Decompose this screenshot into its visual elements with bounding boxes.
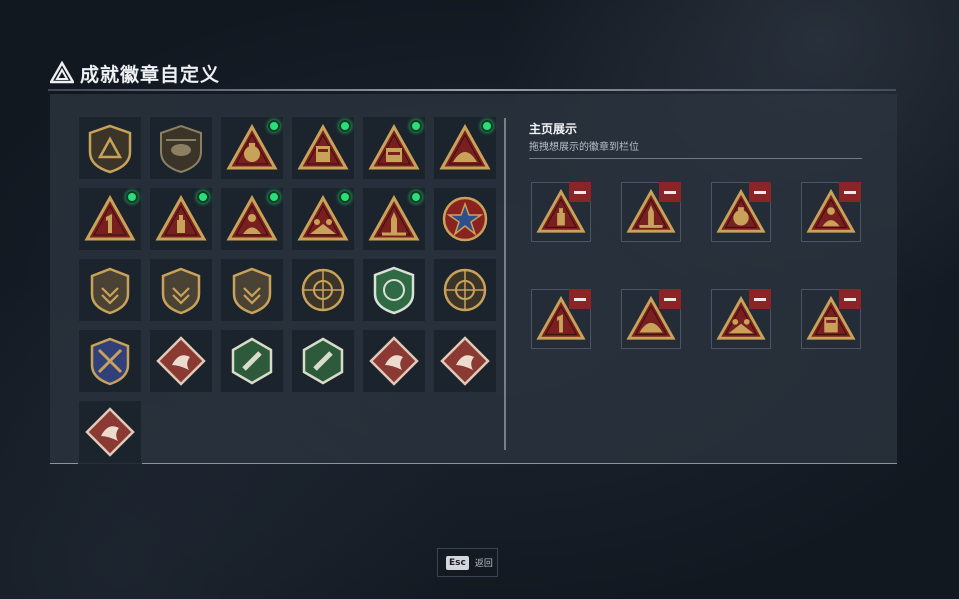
remove-badge-button[interactable] [749,182,771,202]
remove-badge-button[interactable] [749,289,771,309]
minus-icon [844,190,856,194]
badge-slot[interactable] [149,258,213,322]
showcase-title: 主页展示 [529,122,578,136]
remove-badge-button[interactable] [839,289,861,309]
gem-shield-badge-icon [232,267,272,315]
minus-icon [754,190,766,194]
showcase-slot[interactable] [621,289,681,349]
badge-slot[interactable] [220,329,284,393]
page-title: 成就徽章自定义 [80,63,221,86]
new-indicator-dot [410,120,422,132]
showcase-slot[interactable] [801,289,861,349]
badge-slot[interactable] [433,329,497,393]
badge-slot[interactable] [78,400,142,464]
new-indicator-dot [126,191,138,203]
new-indicator-dot [339,191,351,203]
showcase-slot[interactable] [531,182,591,242]
red-runner-diamond-badge-icon [85,407,135,457]
header-divider [48,89,896,91]
badge-slot[interactable] [291,329,355,393]
page-header: 成就徽章自定义 [50,58,220,88]
badge-slot[interactable] [78,187,142,251]
remove-badge-button[interactable] [569,289,591,309]
badge-slot[interactable] [362,116,426,180]
remove-badge-button[interactable] [659,289,681,309]
minus-icon [664,190,676,194]
badge-slot[interactable] [78,258,142,322]
badge-slot[interactable] [362,187,426,251]
green-wasp-hexagon-badge-icon [231,337,273,385]
badge-slot[interactable] [291,116,355,180]
shield-triangle-badge-icon [88,124,132,174]
helicopter-badge-icon [160,124,202,174]
green-rocket-hexagon-badge-icon [302,337,344,385]
showcase-slot[interactable] [621,182,681,242]
remove-badge-button[interactable] [839,182,861,202]
laurel-swords-badge-icon [90,337,130,386]
showcase-slot[interactable] [711,182,771,242]
minus-icon [574,297,586,301]
new-indicator-dot [339,120,351,132]
badge-slot[interactable] [78,116,142,180]
badge-slot[interactable] [433,116,497,180]
esc-key: Esc [446,555,469,570]
back-label: 返回 [474,559,493,569]
remove-badge-button[interactable] [569,182,591,202]
badge-panel: 主页展示 拖拽想展示的徽章到栏位 [50,94,897,464]
showcase-slot[interactable] [531,289,591,349]
showcase-slot[interactable] [711,289,771,349]
star-emblem-badge-icon [442,196,488,242]
badge-slot[interactable] [291,258,355,322]
badge-slot[interactable] [362,258,426,322]
showcase-divider [529,158,862,159]
badge-slot[interactable] [362,329,426,393]
red-dragon-diamond-badge-icon [369,336,419,386]
badge-slot[interactable] [149,187,213,251]
red-wolf-diamond-badge-icon [440,336,490,386]
back-button[interactable]: Esc 返回 [437,548,498,577]
showcase-subtitle: 拖拽想展示的徽章到栏位 [529,142,639,153]
badge-slot[interactable] [433,258,497,322]
minus-icon [664,297,676,301]
green-sniper-badge-icon [373,266,415,315]
badge-grid [78,116,497,464]
new-indicator-dot [268,120,280,132]
starred-shield-badge-icon [161,267,201,315]
crosshair-operator-badge-icon [301,268,345,312]
new-indicator-dot [410,191,422,203]
badge-slot[interactable] [433,187,497,251]
triangle-logo-icon [50,61,74,84]
badge-slot[interactable] [220,187,284,251]
badge-slot[interactable] [78,329,142,393]
badge-slot[interactable] [291,187,355,251]
badge-slot[interactable] [220,258,284,322]
minus-icon [574,190,586,194]
panel-divider [504,118,506,450]
badge-slot[interactable] [149,116,213,180]
remove-badge-button[interactable] [659,182,681,202]
minus-icon [844,297,856,301]
no-pistol-badge-icon [443,268,487,312]
badge-slot[interactable] [149,329,213,393]
showcase-grid [531,182,861,349]
new-indicator-dot [481,120,493,132]
minus-icon [754,297,766,301]
showcase-slot[interactable] [801,182,861,242]
new-indicator-dot [268,191,280,203]
new-indicator-dot [197,191,209,203]
badge-slot[interactable] [220,116,284,180]
chevron-shield-badge-icon [90,267,130,315]
red-beast-diamond-badge-icon [156,336,206,386]
